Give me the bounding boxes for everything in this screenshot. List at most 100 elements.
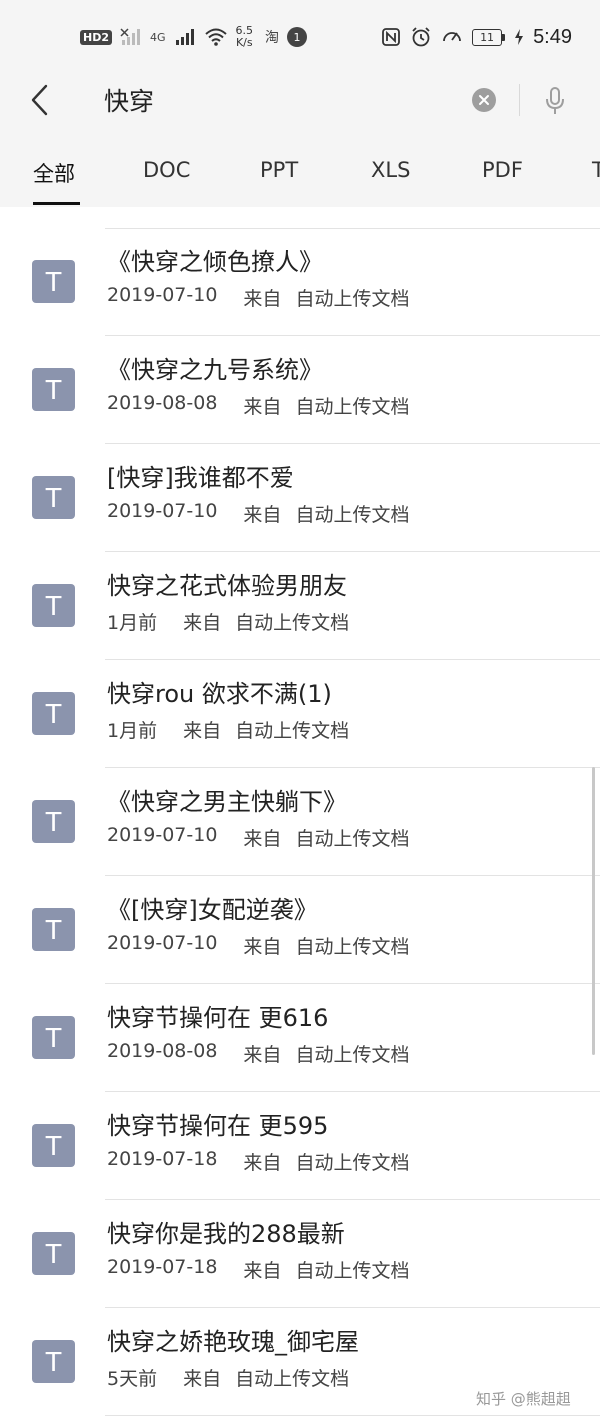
txt-file-icon: T (32, 260, 75, 303)
file-row[interactable]: T 快穿你是我的288最新 2019-07-18 来自 自动上传文档 (0, 1200, 600, 1308)
clear-button[interactable] (472, 88, 496, 112)
status-bar: HD2 4G 6.5 K/s 淘 1 11 5:49 (0, 0, 600, 72)
tab-doc[interactable]: DOC (143, 158, 190, 182)
tab-ppt[interactable]: PPT (260, 158, 298, 182)
file-title: 《快穿之九号系统》 (107, 356, 323, 384)
txt-file-icon: T (32, 1124, 75, 1167)
txt-file-icon: T (32, 368, 75, 411)
file-source: 自动上传文档 (295, 1260, 410, 1282)
file-title: 《快穿之倾色撩人》 (107, 248, 323, 276)
file-row[interactable]: T 《快穿之男主快躺下》 2019-07-10 来自 自动上传文档 (0, 768, 600, 876)
status-right: 11 5:49 (381, 22, 572, 52)
file-date: 2019-07-10 (107, 284, 218, 306)
scrollbar[interactable] (592, 767, 595, 1055)
file-from-label: 来自 (243, 1044, 282, 1066)
file-source: 自动上传文档 (295, 936, 410, 958)
txt-file-icon: T (32, 908, 75, 951)
4g-signal-icon (175, 29, 194, 45)
file-meta: 2019-07-10 来自 自动上传文档 (107, 500, 409, 527)
tab-txt[interactable]: T (592, 158, 600, 182)
file-type-tabs: 全部 DOC PPT XLS PDF T (0, 152, 600, 207)
file-row[interactable]: T 《快穿之九号系统》 2019-08-08 来自 自动上传文档 (0, 336, 600, 444)
active-tab-indicator (33, 202, 80, 205)
file-from-label: 来自 (243, 396, 282, 418)
file-meta: 2019-08-08 来自 自动上传文档 (107, 392, 409, 419)
file-date: 1月前 (107, 612, 158, 634)
file-meta: 2019-07-10 来自 自动上传文档 (107, 824, 409, 851)
file-date: 2019-07-10 (107, 500, 218, 522)
file-source: 自动上传文档 (295, 1152, 410, 1174)
clock: 5:49 (533, 25, 572, 48)
file-title: 快穿之花式体验男朋友 (107, 572, 347, 600)
file-meta: 1月前 来自 自动上传文档 (107, 608, 349, 635)
file-from-label: 来自 (243, 828, 282, 850)
search-input[interactable]: 快穿 (104, 82, 154, 118)
txt-file-icon: T (32, 584, 75, 627)
tab-pdf[interactable]: PDF (482, 158, 523, 182)
row-divider (105, 1415, 600, 1416)
file-icon-letter: T (44, 697, 63, 729)
txt-file-icon: T (32, 1016, 75, 1059)
charging-icon (515, 29, 524, 45)
back-button[interactable] (20, 80, 60, 120)
txt-file-icon: T (32, 1232, 75, 1275)
file-icon-letter: T (44, 913, 63, 945)
file-date: 2019-07-10 (107, 824, 218, 846)
file-title: 快穿你是我的288最新 (107, 1220, 345, 1248)
file-icon-letter: T (44, 373, 63, 405)
voice-search-button[interactable] (540, 84, 570, 118)
battery-icon: 11 (472, 28, 506, 46)
hd-icon: HD2 (80, 29, 112, 45)
file-title: 快穿rou 欲求不满(1) (107, 680, 332, 708)
file-from-label: 来自 (243, 288, 282, 310)
network-speed: 6.5 K/s (235, 24, 254, 49)
file-row[interactable]: T 快穿rou 欲求不满(1) 1月前 来自 自动上传文档 (0, 660, 600, 768)
speedometer-icon (443, 32, 461, 42)
microphone-icon (546, 87, 564, 114)
file-date: 2019-08-08 (107, 1040, 218, 1062)
file-from-label: 来自 (243, 1152, 282, 1174)
file-date: 5天前 (107, 1368, 158, 1390)
file-icon-letter: T (44, 481, 63, 513)
file-meta: 2019-07-18 来自 自动上传文档 (107, 1256, 409, 1283)
file-title: 快穿节操何在 更616 (107, 1004, 329, 1032)
alarm-icon (412, 27, 430, 47)
file-source: 自动上传文档 (235, 1368, 350, 1390)
file-meta: 1月前 来自 自动上传文档 (107, 716, 349, 743)
nfc-icon (382, 28, 400, 46)
file-row[interactable]: T 快穿节操何在 更595 2019-07-18 来自 自动上传文档 (0, 1092, 600, 1200)
file-meta: 2019-08-08 来自 自动上传文档 (107, 1040, 409, 1067)
txt-file-icon: T (32, 1340, 75, 1383)
back-arrow-icon (31, 84, 48, 116)
file-title: 《快穿之男主快躺下》 (107, 788, 347, 816)
file-title: 《[快穿]女配逆袭》 (107, 896, 318, 924)
status-left: HD2 4G 6.5 K/s 淘 1 (80, 22, 308, 52)
file-source: 自动上传文档 (295, 1044, 410, 1066)
file-from-label: 来自 (243, 936, 282, 958)
no-sim-signal-icon (120, 28, 140, 45)
txt-file-icon: T (32, 692, 75, 735)
file-date: 2019-07-10 (107, 932, 218, 954)
file-title: [快穿]我谁都不爱 (107, 464, 294, 492)
file-title: 快穿之娇艳玫瑰_御宅屋 (107, 1328, 359, 1356)
file-row[interactable]: T 《[快穿]女配逆袭》 2019-07-10 来自 自动上传文档 (0, 876, 600, 984)
file-row[interactable]: T 《快穿之倾色撩人》 2019-07-10 来自 自动上传文档 (0, 228, 600, 336)
notification-badge-icon: 1 (287, 27, 308, 47)
file-icon-letter: T (44, 1021, 63, 1053)
file-row[interactable]: T 快穿之花式体验男朋友 1月前 来自 自动上传文档 (0, 552, 600, 660)
search-bar: 快穿 (0, 72, 600, 130)
tab-all[interactable]: 全部 (33, 158, 75, 188)
file-date: 2019-08-08 (107, 392, 218, 414)
file-row[interactable]: T 快穿节操何在 更616 2019-08-08 来自 自动上传文档 (0, 984, 600, 1092)
file-icon-letter: T (44, 1237, 63, 1269)
txt-file-icon: T (32, 800, 75, 843)
clear-icon (479, 95, 489, 105)
file-date: 2019-07-18 (107, 1256, 218, 1278)
file-row[interactable]: T [快穿]我谁都不爱 2019-07-10 来自 自动上传文档 (0, 444, 600, 552)
txt-file-icon: T (32, 476, 75, 519)
file-icon-letter: T (44, 589, 63, 621)
file-meta: 2019-07-10 来自 自动上传文档 (107, 932, 409, 959)
file-source: 自动上传文档 (295, 288, 410, 310)
file-date: 1月前 (107, 720, 158, 742)
tab-xls[interactable]: XLS (371, 158, 410, 182)
